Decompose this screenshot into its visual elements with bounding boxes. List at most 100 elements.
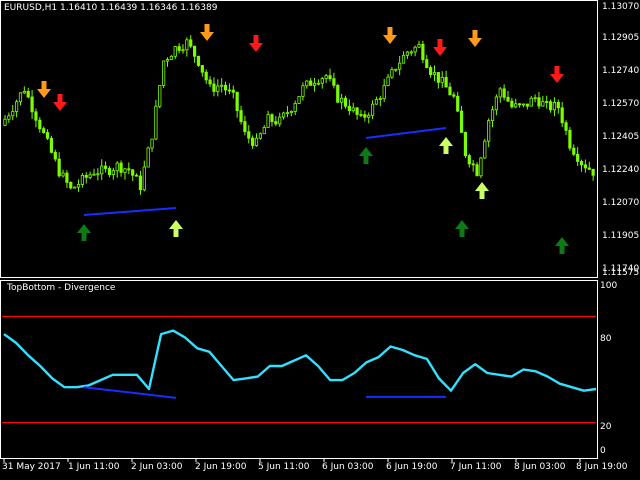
candle-body[interactable] [196,55,201,66]
top-signal-arrow[interactable] [468,30,482,47]
candle-body[interactable] [401,54,406,64]
candle-body[interactable] [15,101,19,112]
candle-body[interactable] [115,162,119,172]
candle-body[interactable] [88,174,92,178]
candle-body[interactable] [270,114,274,122]
candle-body[interactable] [355,107,359,115]
candle-body[interactable] [212,83,216,92]
candle-body[interactable] [560,107,564,124]
candle-body[interactable] [390,69,394,78]
candle-body[interactable] [18,92,23,103]
candle-body[interactable] [127,168,131,171]
candle-body[interactable] [281,112,286,118]
candle-body[interactable] [456,95,460,112]
candle-body[interactable] [529,97,533,107]
candle-body[interactable] [564,122,568,131]
candle-body[interactable] [432,72,437,76]
candle-body[interactable] [537,97,541,107]
candle-body[interactable] [80,175,84,185]
candle-body[interactable] [572,147,576,155]
bottom-signal-arrow[interactable] [169,220,183,237]
candle-body[interactable] [223,84,228,91]
candle-body[interactable] [247,131,251,139]
bottom-signal-arrow[interactable] [77,224,91,241]
price-panel[interactable] [0,0,598,278]
candle-body[interactable] [254,137,259,146]
candle-body[interactable] [471,163,475,166]
candle-body[interactable] [521,103,526,106]
candle-body[interactable] [165,59,170,62]
candle-body[interactable] [459,110,464,133]
candle-body[interactable] [84,175,88,178]
candle-body[interactable] [192,45,197,57]
candle-body[interactable] [394,68,398,71]
candle-body[interactable] [235,91,239,111]
candle-body[interactable] [444,77,448,88]
candle-body[interactable] [421,43,425,61]
candle-body[interactable] [49,137,54,153]
candle-body[interactable] [440,77,444,83]
candle-body[interactable] [96,173,100,176]
candle-body[interactable] [378,98,382,100]
candle-body[interactable] [328,75,332,80]
candle-body[interactable] [367,114,371,118]
price-candles[interactable] [3,35,595,195]
candle-body[interactable] [38,119,42,130]
top-signal-arrow[interactable] [37,81,51,98]
candle-body[interactable] [479,157,483,177]
candle-body[interactable] [374,99,379,105]
bottom-signal-arrow[interactable] [455,220,469,237]
candle-body[interactable] [177,46,181,51]
candle-body[interactable] [262,126,266,135]
candle-body[interactable] [150,138,154,149]
candle-body[interactable] [26,90,30,98]
candle-body[interactable] [332,78,336,86]
candle-body[interactable] [552,101,557,111]
candle-body[interactable] [417,43,421,48]
candle-body[interactable] [386,76,390,87]
top-signal-arrow[interactable] [200,24,214,41]
candle-body[interactable] [409,51,413,54]
candle-body[interactable] [351,107,355,112]
top-signal-arrow[interactable] [550,66,564,83]
top-signal-arrow[interactable] [249,35,263,52]
bottom-signal-arrow[interactable] [475,182,489,199]
candle-body[interactable] [297,96,301,104]
candle-body[interactable] [467,155,471,165]
candle-body[interactable] [104,165,108,169]
candle-body[interactable] [204,71,208,81]
candle-body[interactable] [487,120,491,142]
candle-body[interactable] [239,110,243,122]
candle-body[interactable] [494,96,498,111]
candle-body[interactable] [475,164,479,177]
candle-body[interactable] [312,82,317,86]
candle-body[interactable] [69,181,73,189]
candle-body[interactable] [34,111,38,121]
candle-body[interactable] [498,88,502,98]
candle-body[interactable] [258,133,262,139]
bottom-signal-arrow[interactable] [555,237,569,254]
candle-body[interactable] [591,168,595,176]
candle-body[interactable] [587,167,591,170]
candle-body[interactable] [266,114,270,128]
candle-body[interactable] [231,89,235,93]
candle-body[interactable] [119,162,123,173]
candle-body[interactable] [576,153,580,162]
candle-body[interactable] [347,105,351,112]
candle-body[interactable] [452,94,456,97]
candle-body[interactable] [53,151,57,160]
candle-body[interactable] [111,170,115,176]
candle-body[interactable] [146,147,150,168]
candle-body[interactable] [548,101,553,111]
oscillator-line[interactable] [3,329,597,392]
candle-body[interactable] [289,111,293,114]
candle-body[interactable] [382,85,386,99]
candle-body[interactable] [293,103,297,112]
candle-body[interactable] [405,51,410,56]
candle-body[interactable] [568,129,572,149]
candle-body[interactable] [274,121,278,125]
candle-body[interactable] [30,96,34,113]
candle-body[interactable] [138,175,143,191]
candle-body[interactable] [123,168,127,173]
candle-body[interactable] [173,46,177,57]
